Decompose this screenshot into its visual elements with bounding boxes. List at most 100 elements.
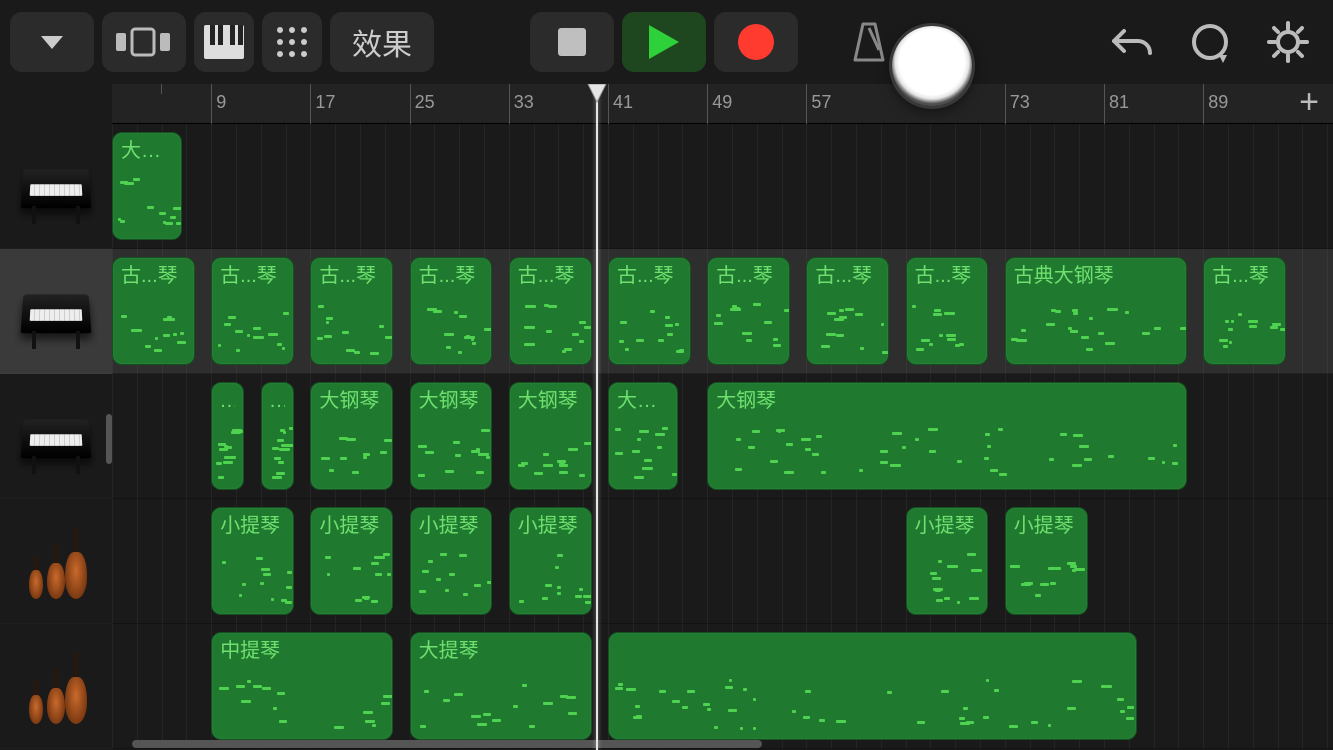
record-icon xyxy=(736,22,776,62)
track-headers-column xyxy=(0,84,112,750)
grand-piano-icon xyxy=(18,271,94,351)
bar-ruler[interactable]: + 9172533414957738189 xyxy=(112,84,1333,124)
play-button[interactable] xyxy=(622,12,706,72)
view-keyboard-button[interactable] xyxy=(194,12,254,72)
view-grid-button[interactable] xyxy=(262,12,322,72)
loop-icon xyxy=(1189,21,1231,63)
loop-button[interactable] xyxy=(1175,12,1245,72)
track-header[interactable] xyxy=(0,249,112,374)
midi-region[interactable]: 古...琴 xyxy=(806,257,889,365)
midi-notes-preview xyxy=(514,292,587,358)
track-row[interactable]: ......大钢琴大钢琴大钢琴大钢琴大钢琴 xyxy=(112,374,1333,499)
midi-region[interactable]: 大提琴 xyxy=(410,632,592,740)
metronome-icon xyxy=(849,20,889,64)
midi-region[interactable]: ... xyxy=(211,382,244,490)
region-label: 古...琴 xyxy=(1212,264,1277,288)
track-row[interactable]: 中提琴大提琴 xyxy=(112,624,1333,749)
midi-notes-preview xyxy=(216,417,239,483)
settings-button[interactable] xyxy=(1253,12,1323,72)
stop-icon xyxy=(558,28,586,56)
track-row[interactable]: 小提琴小提琴小提琴小提琴小提琴小提琴 xyxy=(112,499,1333,624)
track-header[interactable] xyxy=(0,374,112,499)
midi-region[interactable]: 古...琴 xyxy=(1203,257,1286,365)
midi-region[interactable]: 小提琴 xyxy=(211,507,294,615)
browser-dropdown-button[interactable] xyxy=(10,12,94,72)
track-header[interactable] xyxy=(0,499,112,624)
midi-notes-preview xyxy=(216,667,388,733)
midi-region[interactable]: 古...琴 xyxy=(112,257,195,365)
midi-region[interactable]: 大钢琴 xyxy=(608,382,678,490)
midi-region[interactable]: 古...琴 xyxy=(211,257,294,365)
play-icon xyxy=(647,23,681,61)
midi-notes-preview xyxy=(315,542,388,608)
midi-region[interactable]: 古...琴 xyxy=(608,257,691,365)
region-label: 小提琴 xyxy=(1014,514,1079,538)
horizontal-scrollbar-thumb[interactable] xyxy=(132,740,762,748)
midi-notes-preview xyxy=(911,292,984,358)
midi-region[interactable]: 古...琴 xyxy=(707,257,790,365)
midi-region[interactable]: 古...琴 xyxy=(906,257,989,365)
ruler-bar-label: 9 xyxy=(216,92,226,113)
view-tracks-button[interactable] xyxy=(102,12,186,72)
midi-region[interactable]: 小提琴 xyxy=(509,507,592,615)
midi-region[interactable]: 大钢琴 xyxy=(707,382,1187,490)
region-label: 大钢琴 xyxy=(518,389,583,413)
assistive-touch-ball[interactable] xyxy=(892,26,972,106)
midi-region[interactable]: 大钢琴 xyxy=(112,132,182,240)
region-label: 古...琴 xyxy=(319,264,384,288)
ruler-bar-label: 25 xyxy=(415,92,435,113)
midi-region[interactable]: 古...琴 xyxy=(509,257,592,365)
midi-region[interactable]: 古...琴 xyxy=(310,257,393,365)
midi-notes-preview xyxy=(1208,292,1281,358)
grand-piano-icon xyxy=(18,146,94,226)
ruler-bar-label: 17 xyxy=(315,92,335,113)
region-label: 古...琴 xyxy=(915,264,980,288)
region-label: 古...琴 xyxy=(419,264,484,288)
ruler-bar-label: 41 xyxy=(613,92,633,113)
midi-region[interactable]: 小提琴 xyxy=(310,507,393,615)
track-header[interactable] xyxy=(0,624,112,749)
top-toolbar: 效果 xyxy=(0,0,1333,84)
midi-region[interactable]: 中提琴 xyxy=(211,632,393,740)
region-label: 小提琴 xyxy=(319,514,384,538)
strings-icon xyxy=(18,521,94,601)
grand-piano-icon xyxy=(18,396,94,476)
playhead[interactable] xyxy=(596,84,598,750)
record-button[interactable] xyxy=(714,12,798,72)
track-row[interactable]: 大钢琴 xyxy=(112,124,1333,249)
midi-notes-preview xyxy=(1010,292,1182,358)
horizontal-scrollbar[interactable] xyxy=(112,740,1323,748)
midi-region[interactable]: 大钢琴 xyxy=(410,382,493,490)
midi-region[interactable]: 小提琴 xyxy=(410,507,493,615)
midi-region[interactable]: 小提琴 xyxy=(906,507,989,615)
track-row[interactable]: 古...琴古...琴古...琴古...琴古...琴古...琴古...琴古...琴… xyxy=(112,249,1333,374)
midi-region[interactable]: 大钢琴 xyxy=(509,382,592,490)
midi-notes-preview xyxy=(811,292,884,358)
midi-region[interactable]: ... xyxy=(261,382,294,490)
gear-icon xyxy=(1267,21,1309,63)
fx-button[interactable]: 效果 xyxy=(330,12,434,72)
midi-notes-preview xyxy=(415,667,587,733)
stop-button[interactable] xyxy=(530,12,614,72)
midi-region[interactable]: 小提琴 xyxy=(1005,507,1088,615)
region-label: 古...琴 xyxy=(518,264,583,288)
midi-region[interactable]: 大钢琴 xyxy=(310,382,393,490)
undo-icon xyxy=(1110,23,1154,61)
region-label: 古...琴 xyxy=(815,264,880,288)
region-label: 大钢琴 xyxy=(121,139,173,163)
ruler-bar-label: 49 xyxy=(712,92,732,113)
midi-region[interactable]: 古...琴 xyxy=(410,257,493,365)
midi-region[interactable] xyxy=(608,632,1137,740)
ruler-bar-label: 33 xyxy=(514,92,534,113)
region-label: 古...琴 xyxy=(220,264,285,288)
midi-region[interactable]: 古典大钢琴 xyxy=(1005,257,1187,365)
add-track-button[interactable]: + xyxy=(1293,88,1325,120)
midi-notes-preview xyxy=(117,292,190,358)
playhead-handle-icon[interactable] xyxy=(586,84,608,104)
track-header[interactable] xyxy=(0,124,112,249)
undo-button[interactable] xyxy=(1097,12,1167,72)
midi-notes-preview xyxy=(613,667,1132,733)
tracks-view-icon xyxy=(114,25,174,59)
region-label: 大钢琴 xyxy=(319,389,384,413)
midi-notes-preview xyxy=(613,292,686,358)
